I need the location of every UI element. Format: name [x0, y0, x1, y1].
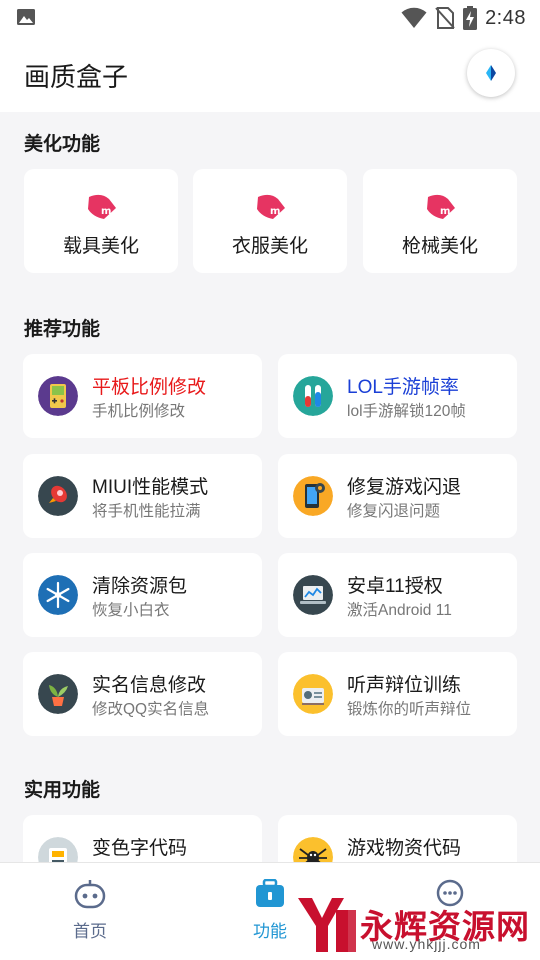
fix-crash-subtitle: 修复闪退问题	[347, 503, 441, 520]
realname-info-title: 实名信息修改	[92, 675, 207, 696]
weapon-beautify-label: 枪械美化	[401, 236, 478, 257]
lol-framerate-title: LOL手游帧率	[347, 377, 459, 398]
game-items-code-card[interactable]: 游戏物资代码	[278, 815, 517, 862]
spider-icon	[293, 837, 333, 862]
sound-position-title: 听声辩位训练	[347, 675, 462, 696]
clothes-beautify-card[interactable]: m 衣服美化	[193, 169, 347, 273]
status-bar: 2:48	[0, 0, 540, 36]
compass-icon	[486, 65, 496, 81]
snowflake-icon	[38, 575, 78, 615]
svg-text:m: m	[270, 206, 280, 217]
lol-framerate-subtitle: lol手游解锁120帧	[347, 403, 466, 420]
plant-pot-icon	[38, 674, 78, 714]
radio-icon	[293, 674, 333, 714]
sound-position-card[interactable]: 听声辩位训练 锻炼你的听声辩位	[278, 652, 517, 736]
section-title-recommended: 推荐功能	[24, 319, 101, 340]
phone-settings-icon	[293, 476, 333, 516]
feature-list[interactable]: 美化功能 m 载具美化 m 衣服美化 m 枪械美化 推荐功能 平板比例修改 手机…	[0, 112, 540, 862]
lol-framerate-card[interactable]: LOL手游帧率 lol手游解锁120帧	[278, 354, 517, 438]
status-time: 2:48	[485, 6, 526, 29]
vehicle-beautify-label: 载具美化	[62, 236, 139, 257]
fix-crash-card[interactable]: 修复游戏闪退 修复闪退问题	[278, 454, 517, 538]
gallery-notification-icon	[17, 9, 35, 25]
tablet-ratio-title: 平板比例修改	[92, 377, 207, 398]
tablet-ratio-subtitle: 手机比例修改	[92, 403, 186, 420]
weapon-beautify-card[interactable]: m 枪械美化	[363, 169, 517, 273]
color-text-code-card[interactable]: 变色字代码	[23, 815, 262, 862]
miui-performance-title: MIUI性能模式	[92, 477, 209, 498]
svg-text:m: m	[101, 206, 111, 217]
section-title-utility: 实用功能	[24, 780, 101, 801]
beautify-m-icon: m	[427, 194, 455, 219]
test-tubes-icon	[293, 376, 333, 416]
game-items-code-title: 游戏物资代码	[347, 838, 462, 859]
gameboy-icon	[38, 376, 78, 416]
android11-auth-card[interactable]: 安卓11授权 激活Android 11	[278, 553, 517, 637]
app-bar: 画质盒子	[0, 36, 540, 112]
tablet-ratio-card[interactable]: 平板比例修改 手机比例修改	[23, 354, 262, 438]
keyboard-icon	[38, 837, 78, 862]
android11-auth-title: 安卓11授权	[347, 576, 443, 597]
battery-charging-icon	[463, 6, 478, 30]
section-title-beautify: 美化功能	[24, 134, 101, 155]
sound-position-subtitle: 锻炼你的听声辩位	[347, 701, 472, 718]
miui-performance-subtitle: 将手机性能拉满	[92, 503, 201, 520]
nav-home[interactable]: 首页	[45, 879, 135, 942]
miui-performance-card[interactable]: MIUI性能模式 将手机性能拉满	[23, 454, 262, 538]
realname-info-subtitle: 修改QQ实名信息	[92, 701, 210, 718]
nav-home-label: 首页	[73, 922, 107, 941]
clear-resources-title: 清除资源包	[92, 576, 188, 597]
rocket-icon	[38, 476, 78, 516]
beautify-m-icon: m	[88, 194, 116, 219]
svg-text:m: m	[440, 206, 450, 217]
realname-info-card[interactable]: 实名信息修改 修改QQ实名信息	[23, 652, 262, 736]
laptop-chart-icon	[293, 575, 333, 615]
color-text-code-title: 变色字代码	[92, 838, 188, 859]
android11-auth-subtitle: 激活Android 11	[347, 602, 452, 619]
clear-resources-subtitle: 恢复小白衣	[92, 602, 170, 619]
clear-resources-card[interactable]: 清除资源包 恢复小白衣	[23, 553, 262, 637]
fix-crash-title: 修复游戏闪退	[347, 477, 462, 498]
wifi-icon	[401, 7, 427, 29]
compass-button[interactable]	[467, 49, 515, 97]
page-title: 画质盒子	[24, 62, 129, 92]
vehicle-beautify-card[interactable]: m 载具美化	[24, 169, 178, 273]
beautify-m-icon: m	[257, 194, 285, 219]
watermark-url: www.yhkjjj.com	[372, 936, 481, 952]
clothes-beautify-label: 衣服美化	[231, 236, 308, 257]
no-sim-icon	[435, 7, 455, 29]
toolbox-icon	[256, 879, 284, 907]
robot-home-icon	[74, 880, 106, 909]
